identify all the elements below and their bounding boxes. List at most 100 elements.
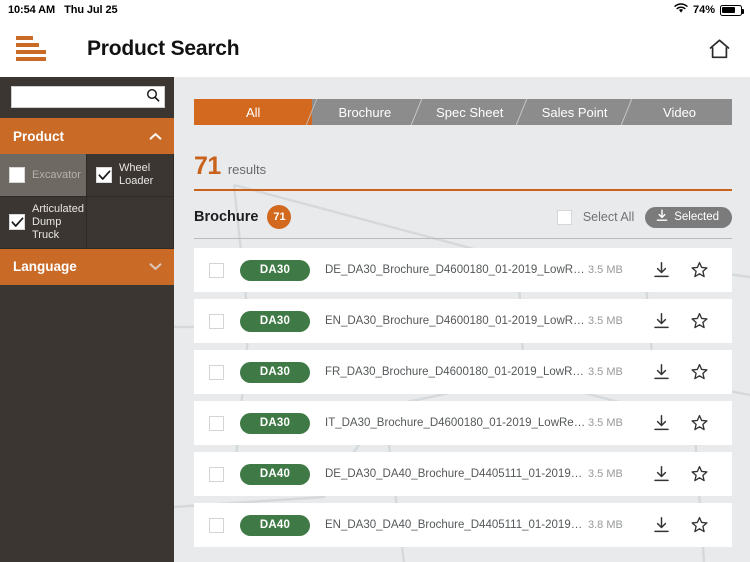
row-checkbox[interactable] (209, 313, 224, 329)
row-download-icon[interactable] (642, 516, 680, 534)
facet-articulated-dump-truck[interactable]: Articulated Dump Truck (0, 197, 87, 249)
table-row[interactable]: DA30 DE_DA30_Brochure_D4600180_01-2019_L… (194, 248, 732, 292)
main-content: All Brochure Spec Sheet Sales Point Vide… (174, 77, 750, 562)
row-download-icon[interactable] (642, 261, 680, 279)
row-checkbox[interactable] (209, 517, 224, 533)
row-checkbox[interactable] (209, 466, 224, 482)
table-row[interactable]: DA40 EN_DA30_DA40_Brochure_D4405111_01-2… (194, 503, 732, 547)
facet-wheel-loader[interactable]: Wheel Loader (87, 154, 174, 197)
select-all-checkbox[interactable] (556, 209, 572, 225)
facet-articulated-dump-truck-label: Articulated Dump Truck (32, 203, 84, 241)
sidebar-section-language[interactable]: Language (0, 248, 174, 285)
search-box[interactable] (11, 86, 165, 108)
tab-video-label: Video (663, 104, 697, 120)
status-bar: 10:54 AM Thu Jul 25 74% (0, 0, 750, 20)
app-header: Product Search (0, 20, 750, 77)
results-label: results (227, 162, 267, 177)
download-selected-button[interactable]: Selected (645, 206, 732, 228)
row-favorite-star-icon[interactable] (680, 516, 718, 534)
row-download-icon[interactable] (642, 363, 680, 381)
tab-brochure-label: Brochure (338, 104, 392, 120)
tab-all[interactable]: All (194, 99, 313, 125)
results-summary: 71 results (194, 152, 732, 191)
wifi-icon (674, 3, 688, 17)
row-filesize: 3.5 MB (588, 417, 623, 429)
tab-spec-sheet[interactable]: Spec Sheet (417, 99, 523, 125)
group-header-brochure: Brochure 71 Select All Selected (194, 205, 732, 239)
sidebar-search-wrap (0, 77, 174, 118)
sidebar-section-language-label: Language (13, 259, 77, 275)
download-selected-label: Selected (674, 211, 719, 223)
row-model-tag: DA30 (240, 361, 310, 383)
row-filename: EN_DA30_Brochure_D4600180_01-2019_LowRes… (325, 315, 588, 327)
group-actions: Select All Selected (556, 206, 732, 228)
file-list: DA30 DE_DA30_Brochure_D4600180_01-2019_L… (194, 248, 732, 547)
row-checkbox[interactable] (209, 415, 224, 431)
row-model-tag: DA30 (240, 259, 310, 281)
tab-video[interactable]: Video (627, 99, 732, 125)
sidebar: Product Excavator Wheel Loader Articulat… (0, 77, 174, 562)
tab-all-label: All (245, 104, 261, 120)
tab-sales-point[interactable]: Sales Point (522, 99, 628, 125)
search-icon[interactable] (146, 88, 160, 107)
row-model-tag: DA40 (240, 514, 310, 536)
battery-percent: 74% (692, 4, 715, 16)
facet-wheel-loader-checkbox[interactable] (96, 167, 112, 183)
row-model-tag: DA30 (240, 310, 310, 332)
facet-wheel-loader-label: Wheel Loader (119, 162, 154, 187)
row-checkbox[interactable] (209, 364, 224, 380)
sidebar-section-product-label: Product (13, 128, 65, 144)
main-inner: All Brochure Spec Sheet Sales Point Vide… (174, 99, 750, 547)
content-type-tabs: All Brochure Spec Sheet Sales Point Vide… (194, 99, 732, 125)
row-favorite-star-icon[interactable] (680, 465, 718, 483)
row-favorite-star-icon[interactable] (680, 312, 718, 330)
battery-icon (720, 4, 745, 16)
row-download-icon[interactable] (642, 414, 680, 432)
row-filesize: 3.5 MB (588, 315, 623, 327)
group-title: Brochure (194, 209, 259, 225)
search-input[interactable] (17, 91, 146, 103)
home-icon[interactable] (707, 37, 732, 61)
results-count: 71 (194, 152, 221, 180)
row-favorite-star-icon[interactable] (680, 414, 718, 432)
row-filesize: 3.8 MB (588, 519, 623, 531)
facet-articulated-dump-truck-checkbox[interactable] (9, 214, 25, 231)
select-all-label[interactable]: Select All (583, 210, 634, 224)
status-time: 10:54 AM (8, 4, 56, 16)
table-row[interactable]: DA30 FR_DA30_Brochure_D4600180_01-2019_L… (194, 350, 732, 394)
table-row[interactable]: DA40 DE_DA30_DA40_Brochure_D4405111_01-2… (194, 452, 732, 496)
group-count-badge: 71 (267, 205, 292, 229)
status-bar-left: 10:54 AM Thu Jul 25 (8, 4, 118, 16)
chevron-up-icon (149, 129, 162, 144)
tab-sales-point-label: Sales Point (541, 104, 608, 120)
tab-spec-sheet-label: Spec Sheet (436, 104, 504, 120)
facet-empty-slot (87, 197, 174, 249)
chevron-down-icon (149, 259, 162, 274)
download-icon (656, 209, 668, 225)
row-favorite-star-icon[interactable] (680, 363, 718, 381)
hamburger-menu-icon[interactable] (16, 33, 46, 64)
row-filesize: 3.5 MB (588, 468, 623, 480)
tab-brochure[interactable]: Brochure (312, 99, 418, 125)
row-favorite-star-icon[interactable] (680, 261, 718, 279)
row-checkbox[interactable] (209, 262, 224, 278)
row-filesize: 3.5 MB (588, 366, 623, 378)
row-download-icon[interactable] (642, 312, 680, 330)
row-filename: DE_DA30_DA40_Brochure_D4405111_01-2019_L… (325, 468, 588, 480)
status-date: Thu Jul 25 (64, 4, 118, 16)
row-filename: IT_DA30_Brochure_D4600180_01-2019_LowRes… (325, 417, 588, 429)
row-model-tag: DA30 (240, 412, 310, 434)
product-facet-list: Excavator Wheel Loader Articulated Dump … (0, 154, 174, 249)
sidebar-section-product[interactable]: Product (0, 118, 174, 154)
status-bar-right: 74% (674, 3, 745, 17)
sidebar-filler (0, 284, 174, 562)
row-filename: FR_DA30_Brochure_D4600180_01-2019_LowRes… (325, 366, 588, 378)
table-row[interactable]: DA30 EN_DA30_Brochure_D4600180_01-2019_L… (194, 299, 732, 343)
facet-excavator-label: Excavator (32, 168, 81, 181)
row-model-tag: DA40 (240, 463, 310, 485)
table-row[interactable]: DA30 IT_DA30_Brochure_D4600180_01-2019_L… (194, 401, 732, 445)
row-download-icon[interactable] (642, 465, 680, 483)
facet-excavator-checkbox (9, 167, 25, 183)
app-body: Product Excavator Wheel Loader Articulat… (0, 77, 750, 562)
app-root: 10:54 AM Thu Jul 25 74% Product Search P… (0, 0, 750, 562)
